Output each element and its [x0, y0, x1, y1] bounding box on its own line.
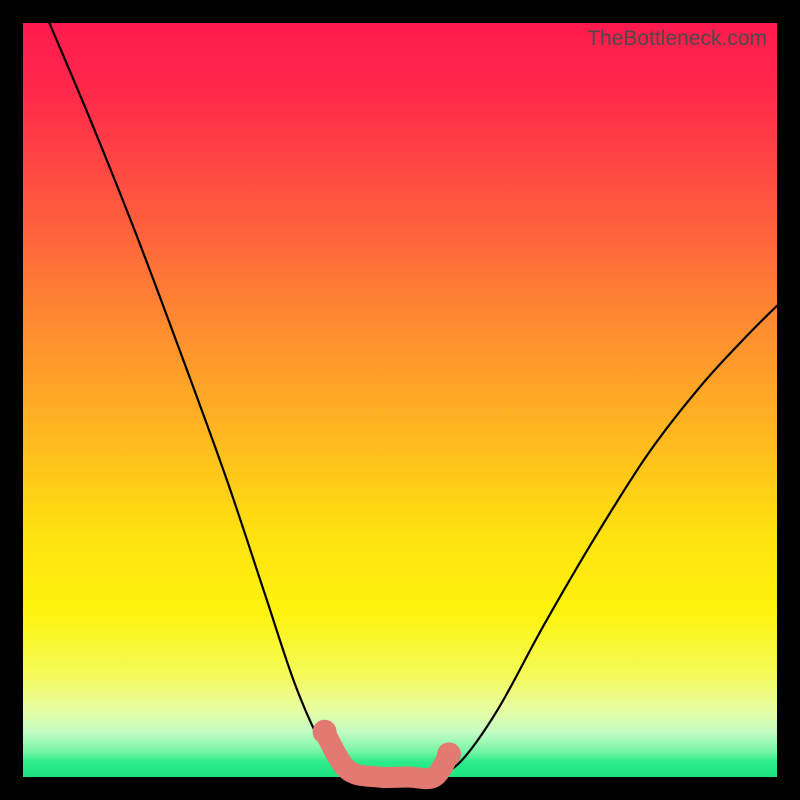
highlight-dot-left — [313, 720, 337, 744]
highlight-sausage — [325, 732, 449, 779]
plot-area: TheBottleneck.com — [23, 23, 777, 777]
curves-layer — [23, 23, 777, 777]
highlight-dot-right — [437, 742, 461, 766]
right-curve — [434, 306, 777, 777]
left-curve — [49, 23, 351, 777]
chart-frame: TheBottleneck.com — [0, 0, 800, 800]
